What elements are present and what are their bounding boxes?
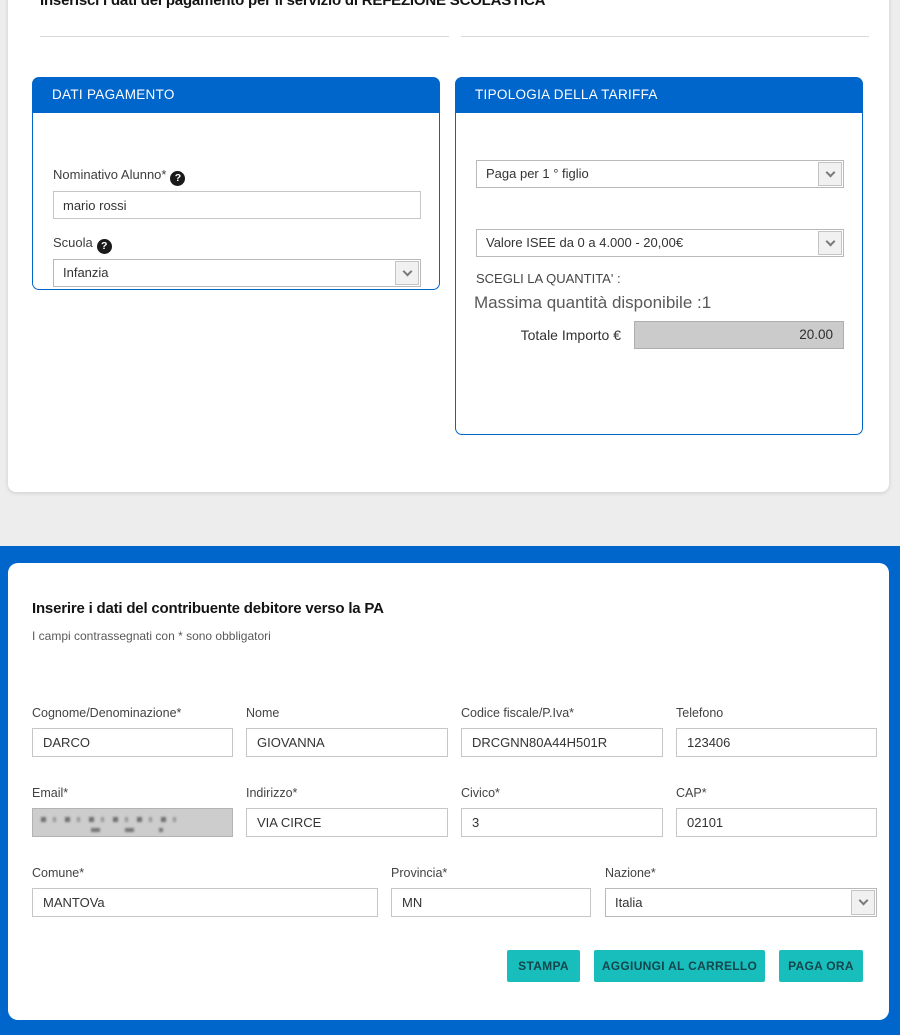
student-name-label: Nominativo Alunno*? (53, 167, 185, 186)
chevron-down-icon (395, 261, 419, 285)
provincia-label: Provincia* (391, 866, 447, 880)
nazione-label: Nazione* (605, 866, 656, 880)
total-amount-value: 20.00 (634, 321, 844, 349)
comune-input[interactable] (32, 888, 378, 917)
dati-pagamento-body: Nominativo Alunno*? Scuola? Infanzia (32, 113, 440, 290)
redaction-smudge (91, 828, 163, 832)
help-icon[interactable]: ? (97, 239, 112, 254)
cap-input[interactable] (676, 808, 877, 837)
email-label: Email* (32, 786, 68, 800)
codice-fiscale-input[interactable] (461, 728, 663, 757)
tipologia-tariffa-header: TIPOLOGIA DELLA TARIFFA (455, 77, 863, 113)
isee-tariff-select[interactable]: Valore ISEE da 0 a 4.000 - 20,00€ (476, 229, 844, 257)
provincia-input[interactable] (391, 888, 591, 917)
telefono-input[interactable] (676, 728, 877, 757)
dati-pagamento-header: DATI PAGAMENTO (32, 77, 440, 113)
chevron-down-icon (818, 162, 842, 186)
telefono-label: Telefono (676, 706, 723, 720)
civico-label: Civico* (461, 786, 500, 800)
nome-label: Nome (246, 706, 279, 720)
stampa-button[interactable]: STAMPA (507, 950, 580, 982)
student-name-input[interactable] (53, 191, 421, 219)
max-quantity-text: Massima quantità disponibile :1 (474, 293, 711, 313)
redacted-email-value (32, 808, 233, 837)
comune-label: Comune* (32, 866, 84, 880)
tipologia-tariffa-body: Paga per 1 ° figlio Valore ISEE da 0 a 4… (455, 113, 863, 435)
chevron-down-icon (851, 890, 875, 915)
chevron-down-icon (818, 231, 842, 255)
total-amount-label: Totale Importo € (456, 327, 621, 343)
contributor-section: Inserire i dati del contribuente debitor… (0, 546, 900, 1035)
quantity-heading: SCEGLI LA QUANTITA' : (476, 271, 621, 286)
school-select[interactable]: Infanzia (53, 259, 421, 287)
civico-input[interactable] (461, 808, 663, 837)
page-title: Inserisci i dati del pagamento per il se… (40, 0, 545, 9)
cognome-input[interactable] (32, 728, 233, 757)
divider (40, 36, 449, 37)
cap-label: CAP* (676, 786, 707, 800)
redaction-smudge (41, 817, 184, 822)
contributor-card: Inserire i dati del contribuente debitor… (8, 563, 889, 1020)
nazione-select[interactable]: Italia (605, 888, 877, 917)
child-number-select[interactable]: Paga per 1 ° figlio (476, 160, 844, 188)
school-label: Scuola? (53, 235, 112, 254)
indirizzo-label: Indirizzo* (246, 786, 297, 800)
nome-input[interactable] (246, 728, 448, 757)
paga-ora-button[interactable]: PAGA ORA (779, 950, 863, 982)
indirizzo-input[interactable] (246, 808, 448, 837)
codice-fiscale-label: Codice fiscale/P.Iva* (461, 706, 574, 720)
tipologia-tariffa-panel: TIPOLOGIA DELLA TARIFFA Paga per 1 ° fig… (455, 77, 863, 435)
contributor-subtitle: I campi contrassegnati con * sono obblig… (32, 629, 271, 643)
cognome-label: Cognome/Denominazione* (32, 706, 181, 720)
payment-page: Inserisci i dati del pagamento per il se… (0, 0, 900, 1035)
contributor-title: Inserire i dati del contribuente debitor… (32, 600, 384, 617)
dati-pagamento-panel: DATI PAGAMENTO Nominativo Alunno*? Scuol… (32, 77, 440, 290)
help-icon[interactable]: ? (170, 171, 185, 186)
aggiungi-carrello-button[interactable]: AGGIUNGI AL CARRELLO (594, 950, 765, 982)
divider (461, 36, 869, 37)
